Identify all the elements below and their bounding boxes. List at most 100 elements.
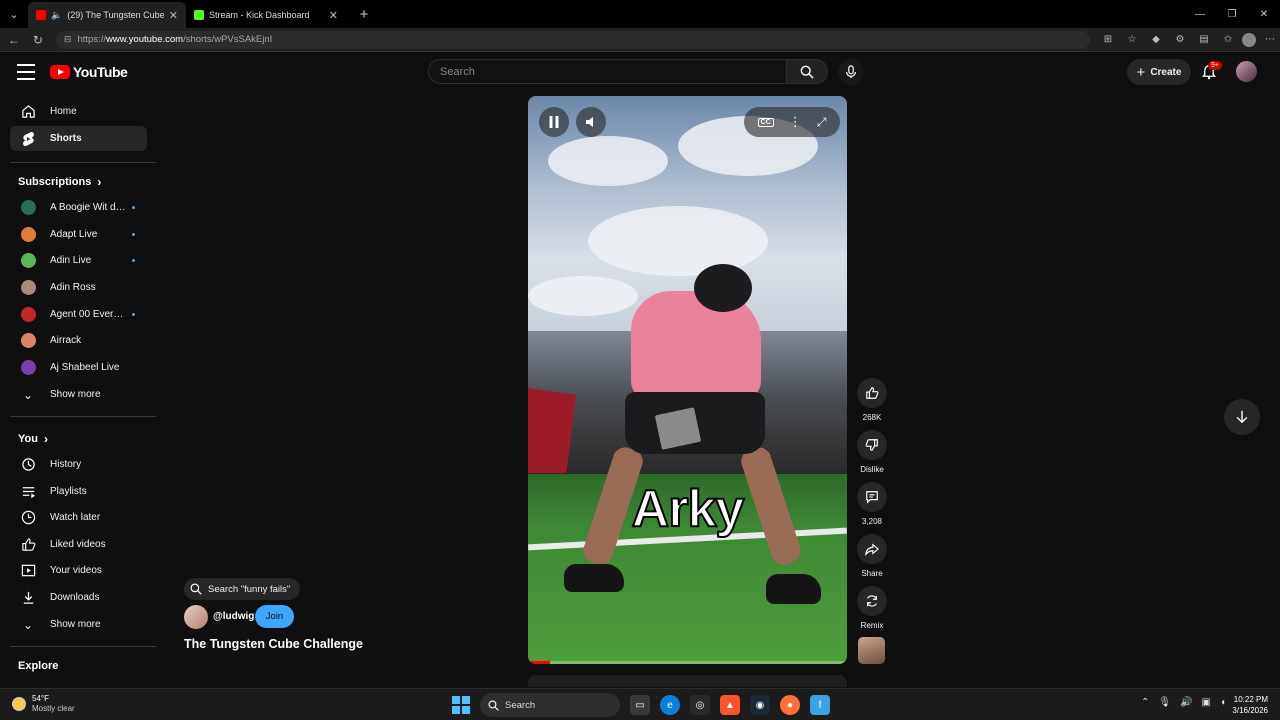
sidebar-item-subscription[interactable]: A Boogie Wit da ...	[10, 195, 147, 220]
dislike-action[interactable]: Dislike	[856, 430, 888, 474]
sidebar-item-subscription[interactable]: Adin Ross	[10, 275, 147, 300]
close-tab-icon[interactable]: ✕	[329, 9, 338, 22]
minimize-icon[interactable]: —	[1184, 0, 1216, 28]
close-tab-icon[interactable]: ✕	[169, 9, 178, 22]
favorites-icon[interactable]: ✩	[1218, 30, 1238, 50]
reload-icon[interactable]: ↻	[26, 28, 50, 52]
pause-button[interactable]	[539, 107, 569, 137]
split-screen-icon[interactable]: ▤	[1194, 30, 1214, 50]
search-button[interactable]	[786, 59, 828, 84]
sidebar-item-downloads[interactable]: Downloads	[10, 585, 147, 610]
sidebar-item-watch-later[interactable]: Watch later	[10, 505, 147, 530]
favorite-star-icon[interactable]: ☆	[1122, 30, 1142, 50]
browser-profile-avatar[interactable]	[1242, 32, 1256, 47]
taskbar-clock[interactable]: 10:22 PM 3/16/2026	[1232, 694, 1268, 716]
taskbar-search[interactable]: Search	[480, 693, 620, 717]
short-video-player[interactable]: Arky CC ⋮ ⤢	[528, 96, 847, 664]
sidebar-item-liked-videos[interactable]: Liked videos	[10, 532, 147, 557]
youtube-logo[interactable]: YouTube	[50, 64, 128, 80]
new-tab-icon[interactable]: +	[354, 6, 374, 23]
you-header[interactable]: You ›	[18, 432, 48, 446]
join-button[interactable]: Join	[255, 605, 294, 628]
comments-action[interactable]: 3,208	[856, 482, 888, 526]
sidebar-item-subscription[interactable]: Airrack	[10, 328, 147, 353]
volume-icon	[586, 117, 593, 127]
sidebar-item-subscription[interactable]: Aj Shabeel Live	[10, 355, 147, 380]
show-more-subscriptions[interactable]: ⌄ Show more	[10, 382, 147, 407]
like-action[interactable]: 268K	[856, 378, 888, 422]
firefox-icon[interactable]: ●	[780, 695, 800, 715]
taskbar-search-label: Search	[505, 699, 536, 711]
windows-taskbar: 54°F Mostly clear Search ▭ e ◎ ▲ ◉ ● f ⌃…	[0, 688, 1280, 720]
brave-icon[interactable]: ▲	[720, 695, 740, 715]
app-available-icon[interactable]: ⊞	[1098, 30, 1118, 50]
close-window-icon[interactable]: ✕	[1248, 0, 1280, 28]
weather-moon-cloud-icon	[12, 697, 26, 711]
volume-button[interactable]	[576, 107, 606, 137]
weather-widget[interactable]: 54°F Mostly clear	[12, 694, 75, 714]
share-action[interactable]: Share	[856, 534, 888, 578]
volume-icon[interactable]: ◖	[1220, 697, 1226, 708]
sidebar-item-subscription[interactable]: Adapt Live	[10, 222, 147, 247]
channel-handle[interactable]: @ludwig	[213, 611, 254, 622]
sidebar-item-history[interactable]: History	[10, 452, 147, 477]
weather-condition: Mostly clear	[32, 704, 75, 713]
create-button[interactable]: + Create	[1127, 59, 1191, 85]
comment-count: 3,208	[861, 517, 883, 526]
tab-kick[interactable]: Stream - Kick Dashboard ✕	[186, 2, 346, 28]
captions-icon[interactable]: CC	[757, 117, 774, 127]
speaker-icon[interactable]: 🔈	[51, 10, 62, 21]
task-view-icon[interactable]: ▭	[630, 695, 650, 715]
subscriptions-header[interactable]: Subscriptions ›	[18, 175, 101, 189]
audio-source-thumbnail[interactable]	[858, 637, 885, 664]
player-controls-pill: CC ⋮ ⤢	[744, 107, 840, 137]
next-short-button[interactable]	[1224, 399, 1260, 435]
url-field[interactable]: ⊟ https://www.youtube.com/shorts/wPVsSAk…	[55, 30, 1090, 49]
show-more-you[interactable]: ⌄ Show more	[10, 612, 147, 637]
microphone-icon[interactable]: 🎙	[1158, 697, 1171, 708]
channel-avatar[interactable]	[184, 605, 208, 629]
tab-list-chevron-icon[interactable]: ⌄	[0, 0, 28, 28]
store-icon[interactable]: ◎	[690, 695, 710, 715]
tab-youtube[interactable]: 🔈 (29) The Tungsten Cube Challe ✕	[28, 2, 186, 28]
site-info-icon[interactable]: ⊟	[64, 34, 72, 45]
network-icon[interactable]: ▣	[1202, 697, 1211, 708]
channel-avatar	[20, 333, 36, 348]
back-icon[interactable]: ←	[2, 28, 26, 52]
account-avatar[interactable]	[1236, 61, 1257, 82]
search-input[interactable]: Search	[428, 59, 787, 84]
sidebar-item-subscription[interactable]: Agent 00 Everyth...	[10, 302, 147, 327]
video-person	[631, 291, 761, 401]
video-caption: Arky	[631, 479, 746, 539]
sidebar-item-subscription[interactable]: Adin Live	[10, 248, 147, 273]
browser-menu-icon[interactable]: ⋯	[1260, 30, 1280, 50]
steam-icon[interactable]: ◉	[750, 695, 770, 715]
edge-icon[interactable]: e	[660, 695, 680, 715]
app-f-icon[interactable]: f	[810, 695, 830, 715]
more-options-icon[interactable]: ⋮	[789, 114, 802, 130]
voice-search-button[interactable]	[838, 59, 864, 85]
sidebar-item-playlists[interactable]: Playlists	[10, 479, 147, 504]
tab-title: (29) The Tungsten Cube Challe	[67, 10, 164, 20]
weather-temp: 54°F	[32, 694, 49, 703]
restore-icon[interactable]: ❐	[1216, 0, 1248, 28]
next-short-peek	[528, 675, 847, 687]
explore-header: Explore	[18, 660, 58, 672]
video-progress-bar[interactable]	[528, 661, 847, 664]
sidebar-item-label: Show more	[50, 619, 101, 630]
speaker-icon[interactable]: 🔊	[1180, 697, 1192, 708]
sidebar-item-label: Airrack	[50, 335, 82, 346]
windows-start-icon[interactable]	[452, 696, 470, 714]
extension-icon[interactable]: ◆	[1146, 30, 1166, 50]
related-search-chip[interactable]: Search "funny fails"	[184, 578, 301, 600]
sidebar-item-label: Home	[50, 106, 77, 117]
sidebar-item-home[interactable]: Home	[10, 99, 147, 124]
short-title[interactable]: The Tungsten Cube Challenge	[184, 637, 363, 651]
menu-icon[interactable]	[17, 64, 35, 80]
fullscreen-icon[interactable]: ⤢	[817, 115, 827, 130]
puzzle-icon[interactable]: ⚙	[1170, 30, 1190, 50]
sidebar-item-shorts[interactable]: Shorts	[10, 126, 147, 151]
tray-overflow-icon[interactable]: ⌃	[1141, 697, 1149, 708]
sidebar-item-your-videos[interactable]: Your videos	[10, 558, 147, 583]
remix-action[interactable]: Remix	[856, 586, 888, 630]
